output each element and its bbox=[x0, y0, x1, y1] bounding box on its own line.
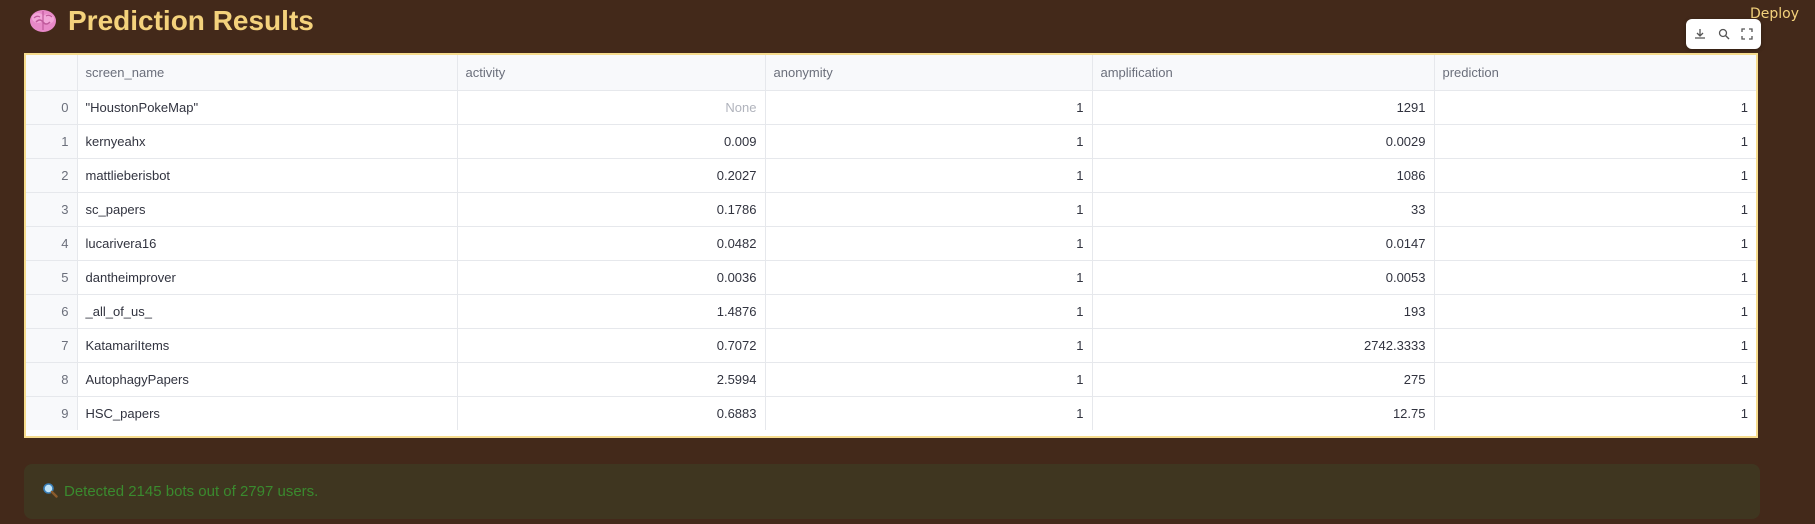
table-toolbar bbox=[1686, 19, 1761, 49]
cell-amplification[interactable]: 0.0029 bbox=[1092, 124, 1435, 159]
fullscreen-icon[interactable] bbox=[1738, 25, 1756, 43]
cell-prediction[interactable]: 1 bbox=[1434, 192, 1756, 227]
cell-screen-name[interactable]: KatamariItems bbox=[77, 328, 458, 363]
cell-prediction[interactable]: 1 bbox=[1434, 158, 1756, 193]
search-icon[interactable] bbox=[1715, 25, 1733, 43]
row-index: 3 bbox=[26, 192, 78, 227]
cell-screen-name[interactable]: "HoustonPokeMap" bbox=[77, 90, 458, 125]
cell-anonymity[interactable]: 1 bbox=[765, 294, 1093, 329]
cell-activity[interactable]: 0.1786 bbox=[457, 192, 766, 227]
cell-activity[interactable]: 0.0482 bbox=[457, 226, 766, 261]
table-row: 4 lucarivera16 0.0482 1 0.0147 1 bbox=[26, 226, 1756, 261]
cell-amplification[interactable]: 2742.3333 bbox=[1092, 328, 1435, 363]
cell-amplification[interactable]: 0.0147 bbox=[1092, 226, 1435, 261]
cell-anonymity[interactable]: 1 bbox=[765, 226, 1093, 261]
success-alert: Detected 2145 bots out of 2797 users. bbox=[24, 464, 1760, 519]
cell-screen-name[interactable]: lucarivera16 bbox=[77, 226, 458, 261]
row-index: 8 bbox=[26, 362, 78, 397]
table-row: 6 _all_of_us_ 1.4876 1 193 1 bbox=[26, 294, 1756, 329]
cell-prediction[interactable]: 1 bbox=[1434, 90, 1756, 125]
row-index: 4 bbox=[26, 226, 78, 261]
cell-amplification[interactable]: 275 bbox=[1092, 362, 1435, 397]
alert-message: Detected 2145 bots out of 2797 users. bbox=[64, 483, 319, 500]
column-header-activity[interactable]: activity bbox=[457, 55, 766, 91]
column-header-prediction[interactable]: prediction bbox=[1434, 55, 1756, 91]
cell-screen-name[interactable]: AutophagyPapers bbox=[77, 362, 458, 397]
row-index: 9 bbox=[26, 396, 78, 430]
brain-icon bbox=[28, 8, 58, 34]
column-header-amplification[interactable]: amplification bbox=[1092, 55, 1435, 91]
cell-screen-name[interactable]: mattlieberisbot bbox=[77, 158, 458, 193]
cell-activity[interactable]: None bbox=[457, 90, 766, 125]
cell-anonymity[interactable]: 1 bbox=[765, 362, 1093, 397]
cell-anonymity[interactable]: 1 bbox=[765, 90, 1093, 125]
cell-prediction[interactable]: 1 bbox=[1434, 328, 1756, 363]
row-index: 5 bbox=[26, 260, 78, 295]
row-index: 1 bbox=[26, 124, 78, 159]
table-row: 9 HSC_papers 0.6883 1 12.75 1 bbox=[26, 396, 1756, 430]
cell-prediction[interactable]: 1 bbox=[1434, 396, 1756, 430]
cell-activity[interactable]: 1.4876 bbox=[457, 294, 766, 329]
page-title: Prediction Results bbox=[68, 5, 314, 36]
cell-activity[interactable]: 0.7072 bbox=[457, 328, 766, 363]
cell-prediction[interactable]: 1 bbox=[1434, 294, 1756, 329]
row-index: 6 bbox=[26, 294, 78, 329]
cell-anonymity[interactable]: 1 bbox=[765, 260, 1093, 295]
column-header-anonymity[interactable]: anonymity bbox=[765, 55, 1093, 91]
cell-anonymity[interactable]: 1 bbox=[765, 192, 1093, 227]
table-row: 8 AutophagyPapers 2.5994 1 275 1 bbox=[26, 362, 1756, 397]
cell-screen-name[interactable]: kernyeahx bbox=[77, 124, 458, 159]
cell-activity[interactable]: 0.2027 bbox=[457, 158, 766, 193]
cell-amplification[interactable]: 12.75 bbox=[1092, 396, 1435, 430]
cell-amplification[interactable]: 193 bbox=[1092, 294, 1435, 329]
row-index: 2 bbox=[26, 158, 78, 193]
cell-screen-name[interactable]: sc_papers bbox=[77, 192, 458, 227]
page-header: Prediction Results bbox=[28, 4, 314, 38]
column-header-index[interactable] bbox=[26, 55, 78, 91]
download-icon[interactable] bbox=[1691, 25, 1709, 43]
row-index: 7 bbox=[26, 328, 78, 363]
cell-amplification[interactable]: 0.0053 bbox=[1092, 260, 1435, 295]
table-header-row: screen_name activity anonymity amplifica… bbox=[26, 55, 1756, 91]
cell-anonymity[interactable]: 1 bbox=[765, 158, 1093, 193]
table-row: 1 kernyeahx 0.009 1 0.0029 1 bbox=[26, 124, 1756, 159]
cell-activity[interactable]: 0.6883 bbox=[457, 396, 766, 430]
cell-anonymity[interactable]: 1 bbox=[765, 328, 1093, 363]
cell-anonymity[interactable]: 1 bbox=[765, 124, 1093, 159]
row-index: 0 bbox=[26, 90, 78, 125]
table-row: 7 KatamariItems 0.7072 1 2742.3333 1 bbox=[26, 328, 1756, 363]
cell-screen-name[interactable]: HSC_papers bbox=[77, 396, 458, 430]
table-row: 3 sc_papers 0.1786 1 33 1 bbox=[26, 192, 1756, 227]
cell-activity[interactable]: 0.0036 bbox=[457, 260, 766, 295]
table-row: 2 mattlieberisbot 0.2027 1 1086 1 bbox=[26, 158, 1756, 193]
results-table: screen_name activity anonymity amplifica… bbox=[24, 53, 1758, 438]
cell-prediction[interactable]: 1 bbox=[1434, 124, 1756, 159]
table-row: 5 dantheimprover 0.0036 1 0.0053 1 bbox=[26, 260, 1756, 295]
cell-prediction[interactable]: 1 bbox=[1434, 260, 1756, 295]
cell-amplification[interactable]: 33 bbox=[1092, 192, 1435, 227]
cell-screen-name[interactable]: dantheimprover bbox=[77, 260, 458, 295]
cell-amplification[interactable]: 1291 bbox=[1092, 90, 1435, 125]
cell-screen-name[interactable]: _all_of_us_ bbox=[77, 294, 458, 329]
column-header-screen-name[interactable]: screen_name bbox=[77, 55, 458, 91]
cell-activity[interactable]: 0.009 bbox=[457, 124, 766, 159]
cell-prediction[interactable]: 1 bbox=[1434, 362, 1756, 397]
magnifier-icon bbox=[42, 482, 58, 502]
cell-prediction[interactable]: 1 bbox=[1434, 226, 1756, 261]
cell-anonymity[interactable]: 1 bbox=[765, 396, 1093, 430]
table-row: 0 "HoustonPokeMap" None 1 1291 1 bbox=[26, 90, 1756, 125]
cell-amplification[interactable]: 1086 bbox=[1092, 158, 1435, 193]
cell-activity[interactable]: 2.5994 bbox=[457, 362, 766, 397]
